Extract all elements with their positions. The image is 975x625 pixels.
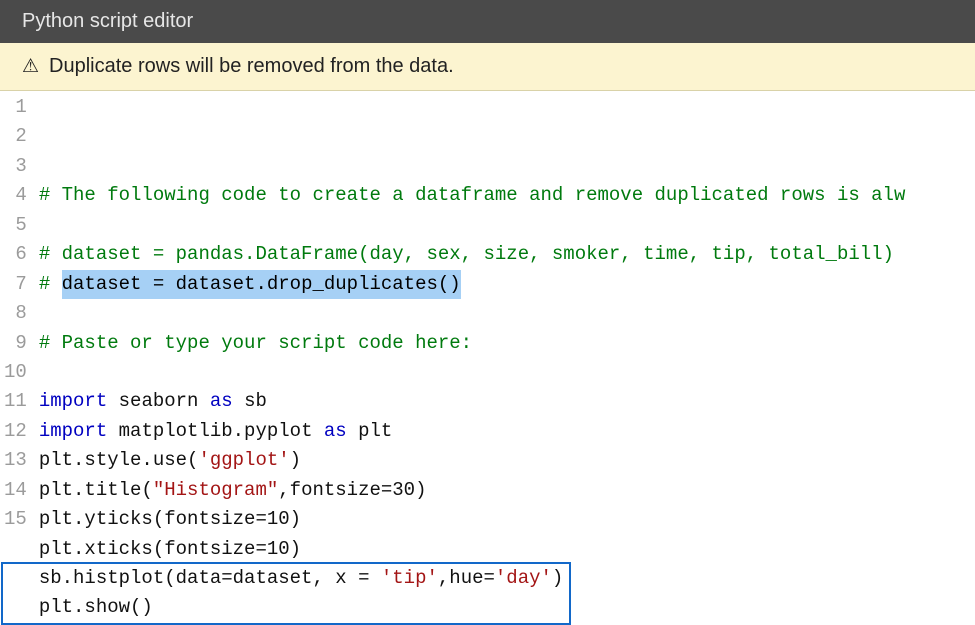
code-line[interactable]: plt.yticks(fontsize=10) — [39, 505, 975, 534]
code-token: # Paste or type your script code here: — [39, 332, 472, 354]
code-token — [39, 361, 50, 383]
code-line[interactable]: plt.show() — [39, 593, 975, 622]
code-token: plt — [347, 420, 393, 442]
code-token: 'tip' — [381, 567, 438, 589]
code-token: # — [39, 273, 62, 295]
code-token: import — [39, 420, 107, 442]
code-line[interactable]: # Paste or type your script code here: — [39, 329, 975, 358]
code-line[interactable] — [39, 211, 975, 240]
title-bar: Python script editor — [0, 0, 975, 43]
code-token: # The following code to create a datafra… — [39, 184, 906, 206]
code-token: ,hue= — [438, 567, 495, 589]
line-number-gutter: 123456789101112131415 — [0, 91, 35, 625]
code-editor[interactable]: 123456789101112131415 # The following co… — [0, 91, 975, 625]
code-line[interactable]: plt.style.use('ggplot') — [39, 446, 975, 475]
line-number: 3 — [4, 152, 27, 181]
warning-text: Duplicate rows will be removed from the … — [49, 55, 454, 78]
code-token: as — [324, 420, 347, 442]
code-token: 'ggplot' — [198, 449, 289, 471]
line-number: 8 — [4, 299, 27, 328]
code-line[interactable] — [39, 299, 975, 328]
code-line[interactable]: import seaborn as sb — [39, 387, 975, 416]
code-token: # dataset = pandas.DataFrame(day, sex, s… — [39, 243, 894, 265]
line-number: 9 — [4, 329, 27, 358]
warning-icon: ⚠ — [22, 57, 39, 76]
line-number: 2 — [4, 122, 27, 151]
line-number: 10 — [4, 358, 27, 387]
warning-bar: ⚠ Duplicate rows will be removed from th… — [0, 43, 975, 91]
code-token: seaborn — [107, 390, 210, 412]
code-token: plt.show() — [39, 596, 153, 618]
code-token: import — [39, 390, 107, 412]
code-line[interactable]: # The following code to create a datafra… — [39, 181, 975, 210]
line-number: 13 — [4, 446, 27, 475]
code-token: 'day' — [495, 567, 552, 589]
code-token: as — [210, 390, 233, 412]
line-number: 15 — [4, 505, 27, 534]
code-token: plt.yticks(fontsize=10) — [39, 508, 301, 530]
line-number: 14 — [4, 476, 27, 505]
code-area[interactable]: # The following code to create a datafra… — [35, 91, 975, 625]
code-token: dataset = dataset.drop_duplicates() — [62, 270, 461, 299]
title-text: Python script editor — [22, 10, 193, 32]
line-number: 5 — [4, 211, 27, 240]
code-line[interactable]: # dataset = dataset.drop_duplicates() — [39, 270, 975, 299]
line-number: 4 — [4, 181, 27, 210]
code-line[interactable]: plt.title("Histogram",fontsize=30) — [39, 476, 975, 505]
line-number: 1 — [4, 93, 27, 122]
code-token: sb.histplot(data=dataset, x = — [39, 567, 381, 589]
code-line[interactable] — [39, 358, 975, 387]
code-token: plt.style.use( — [39, 449, 199, 471]
line-number: 7 — [4, 270, 27, 299]
line-number: 6 — [4, 240, 27, 269]
code-line[interactable]: # dataset = pandas.DataFrame(day, sex, s… — [39, 240, 975, 269]
code-line[interactable]: sb.histplot(data=dataset, x = 'tip',hue=… — [39, 564, 975, 593]
line-number: 11 — [4, 387, 27, 416]
line-number: 12 — [4, 417, 27, 446]
code-line[interactable]: import matplotlib.pyplot as plt — [39, 417, 975, 446]
code-token: "Histogram" — [153, 479, 278, 501]
code-token: matplotlib.pyplot — [107, 420, 324, 442]
code-line[interactable]: plt.xticks(fontsize=10) — [39, 535, 975, 564]
code-token: ) — [552, 567, 563, 589]
code-token — [39, 214, 50, 236]
code-token: sb — [233, 390, 267, 412]
code-token: plt.xticks(fontsize=10) — [39, 538, 301, 560]
code-token — [39, 302, 50, 324]
code-token: plt.title( — [39, 479, 153, 501]
code-token: ) — [290, 449, 301, 471]
code-token: ,fontsize=30) — [278, 479, 426, 501]
